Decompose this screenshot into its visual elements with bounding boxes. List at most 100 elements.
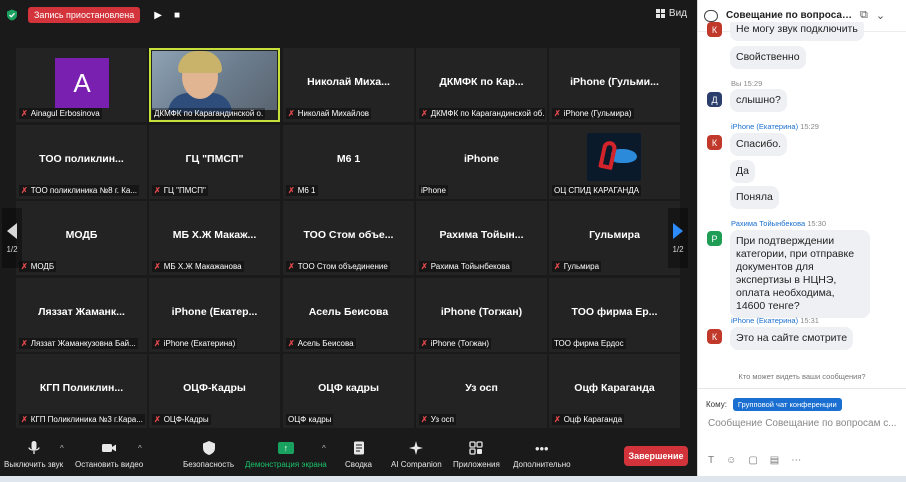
chevron-down-icon[interactable]: ⌄ <box>876 9 885 22</box>
avatar: К <box>707 329 722 344</box>
muted-mic-icon: ✗ <box>288 109 295 118</box>
participant-display-name: ОЦФ-Кадры <box>183 382 246 394</box>
summary-button[interactable]: Сводка <box>345 440 372 469</box>
more-icon[interactable]: ⋯ <box>791 455 801 466</box>
participant-tile[interactable]: МБ Х.Ж Макаж... ✗ МБ Х.Ж Макажанова <box>149 201 280 275</box>
participant-tile[interactable]: Гульмира ✗ Гульмира <box>549 201 680 275</box>
participant-tile[interactable]: М6 1 ✗ М6 1 <box>283 125 414 199</box>
share-screen-icon: ↑ <box>277 442 294 454</box>
muted-mic-icon: ✗ <box>421 109 428 118</box>
participant-tile[interactable]: Ляззат Жаманк... ✗ Ляззат Жаманкузовна Бай… <box>16 278 147 352</box>
format-icon[interactable]: T <box>708 455 714 466</box>
participant-tile[interactable]: ОЦФ кадры ОЦФ кадры <box>283 354 414 428</box>
apps-label: Приложения <box>453 460 500 469</box>
message-sender: Рахима Тойынбекова <box>731 219 806 228</box>
chevron-left-icon <box>7 222 17 239</box>
participant-display-name: МБ Х.Ж Макаж... <box>172 229 257 241</box>
participant-tile[interactable]: Уз осп ✗ Уз осп <box>416 354 547 428</box>
participant-tile[interactable]: ОЦФ-Кадры ✗ ОЦФ-Кадры <box>149 354 280 428</box>
more-button[interactable]: ••• Дополнительно <box>513 440 571 470</box>
muted-mic-icon: ✗ <box>554 262 561 271</box>
participant-display-name: iPhone (Екатер... <box>171 306 258 318</box>
participant-display-name: Оцф Караганда <box>574 382 655 394</box>
video-options-caret[interactable]: ^ <box>138 444 142 453</box>
previous-page-button[interactable]: 1/2 <box>2 208 22 268</box>
participant-name-label: ✗ Николай Михайлов <box>286 108 372 119</box>
participant-tile[interactable]: КГП Поликлин... ✗ КГП Поликлиника №3 г.Кар… <box>16 354 147 428</box>
participant-display-name: Асель Беисова <box>308 306 389 318</box>
participant-name-label: ✗ iPhone (Екатерина) <box>152 338 238 349</box>
participant-name: Гульмира <box>563 262 600 271</box>
participant-tile[interactable]: ОЦ СПИД КАРАГАНДА <box>549 125 680 199</box>
chat-message: Это на сайте смотрите <box>730 327 854 350</box>
file-icon[interactable]: ▤ <box>770 455 779 466</box>
participant-tile[interactable]: ДКМФК по Карагандинской о. <box>149 48 280 122</box>
recording-paused-badge: Запись приостановлена <box>28 7 141 23</box>
chat-message-input[interactable]: Сообщение Совещание по вопросам с... <box>708 418 898 429</box>
participant-tile[interactable]: ТОО фирма Ер... ТОО фирма Ердос <box>549 278 680 352</box>
participant-tile[interactable]: ТОО Стом объе... ✗ ТОО Стом объединение <box>283 201 414 275</box>
chevron-right-icon <box>673 222 683 239</box>
participant-name-label: iPhone <box>419 185 448 196</box>
participant-tile[interactable]: МОДБ ✗ МОДБ <box>16 201 147 275</box>
participant-name-label: ✗ МОДБ <box>19 261 57 272</box>
chat-messages: К Не могу звук подключить Свойственно Вы… <box>698 22 906 372</box>
resume-recording-button[interactable]: ▶ <box>154 10 162 21</box>
share-screen-button[interactable]: ↑ Демонстрация экрана <box>245 440 327 469</box>
stop-video-button[interactable]: Остановить видео <box>75 440 143 469</box>
participant-tile[interactable]: ТОО поликлин... ✗ ТОО поликлиника №8 г. Ка… <box>16 125 147 199</box>
participant-tile[interactable]: Рахима Тойын... ✗ Рахима Тойынбекова <box>416 201 547 275</box>
stop-recording-button[interactable]: ■ <box>174 10 180 21</box>
security-button[interactable]: Безопасность <box>183 440 234 469</box>
participant-tile[interactable]: Асель Беисова ✗ Асель Беисова <box>283 278 414 352</box>
message-time: 15:31 <box>800 316 819 325</box>
ai-companion-button[interactable]: AI Companion <box>391 440 442 469</box>
security-label: Безопасность <box>183 460 235 469</box>
participant-tile[interactable]: A ✗ Ainagul Erbosinova <box>16 48 147 122</box>
participant-tile[interactable]: iPhone (Екатер... ✗ iPhone (Екатерина) <box>149 278 280 352</box>
participant-display-name: ТОО Стом объе... <box>303 229 394 241</box>
who-can-see-link[interactable]: Кто может видеть ваши сообщения? <box>698 372 906 381</box>
view-button[interactable]: Вид <box>655 8 687 19</box>
participant-tile[interactable]: ГЦ "ПМСП" ✗ ГЦ "ПМСП" <box>149 125 280 199</box>
apps-button[interactable]: Приложения <box>453 440 500 469</box>
stop-video-label: Остановить видео <box>75 460 144 469</box>
message-time: 15:29 <box>800 122 819 131</box>
next-page-button[interactable]: 1/2 <box>668 208 688 268</box>
message-sender: iPhone (Екатерина) <box>731 122 799 131</box>
popout-icon[interactable]: ⧉ <box>860 9 868 22</box>
message-meta: iPhone (Екатерина) 15:29 <box>731 122 819 131</box>
participant-name: iPhone (Гульмира) <box>563 109 632 118</box>
shield-icon[interactable] <box>6 9 18 21</box>
message-meta: iPhone (Екатерина) 15:31 <box>731 316 819 325</box>
participant-name-label: ДКМФК по Карагандинской о. <box>152 108 266 119</box>
muted-mic-icon: ✗ <box>21 109 28 118</box>
audio-options-caret[interactable]: ^ <box>60 444 64 453</box>
zoom-meeting-window: Запись приостановлена ▶ ■ Вид A ✗ Ainagul … <box>0 0 906 482</box>
microphone-icon <box>27 441 40 454</box>
participant-name-label: ✗ ТОО Стом объединение <box>286 261 390 272</box>
participant-tile[interactable]: Николай Миха... ✗ Николай Михайлов <box>283 48 414 122</box>
participant-tile[interactable]: ДКМФК по Кар... ✗ ДКМФК по Карагандинской … <box>416 48 547 122</box>
participant-tile[interactable]: iPhone (Гульми... ✗ iPhone (Гульмира) <box>549 48 680 122</box>
screenshot-icon[interactable]: ▢ <box>748 455 757 466</box>
participant-tile[interactable]: Оцф Караганда ✗ Оцф Караганда <box>549 354 680 428</box>
participant-name-label: ✗ Ляззат Жаманкузовна Бай... <box>19 338 138 349</box>
participant-tile[interactable]: iPhone (Тогжан) ✗ iPhone (Тогжан) <box>416 278 547 352</box>
participant-name-label: ✗ Рахима Тойынбекова <box>419 261 512 272</box>
end-meeting-button[interactable]: Завершение <box>624 446 688 466</box>
participant-display-name: МОДБ <box>65 229 98 241</box>
muted-mic-icon: ✗ <box>421 262 428 271</box>
mute-button[interactable]: Выключить звук <box>4 440 63 469</box>
share-options-caret[interactable]: ^ <box>322 444 326 453</box>
participant-tile[interactable]: iPhone iPhone <box>416 125 547 199</box>
chat-message: слышно? <box>730 89 787 112</box>
avatar: К <box>707 22 722 37</box>
participant-name-label: ✗ Гульмира <box>552 261 602 272</box>
muted-mic-icon: ✗ <box>21 339 28 348</box>
security-shield-icon <box>202 441 215 455</box>
recipient-select[interactable]: Групповой чат конференции <box>732 398 842 411</box>
emoji-icon[interactable]: ☺ <box>726 455 736 466</box>
participant-name-label: ✗ iPhone (Тогжан) <box>419 338 492 349</box>
participant-name: ТОО фирма Ердос <box>554 339 624 348</box>
